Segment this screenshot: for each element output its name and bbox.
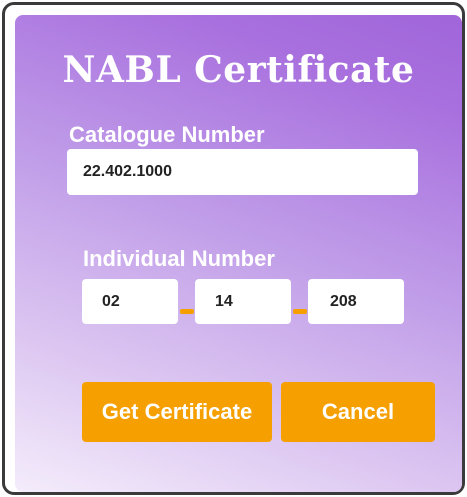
dialog-frame: NABL Certificate Catalogue Number 22.402…	[2, 2, 465, 495]
individual-number-part-3-input[interactable]: 208	[308, 279, 404, 324]
separator-dash	[293, 309, 307, 314]
separator-dash	[180, 309, 194, 314]
dialog-title: NABL Certificate	[62, 49, 415, 91]
get-certificate-button[interactable]: Get Certificate	[82, 382, 272, 442]
catalogue-number-label: Catalogue Number	[69, 122, 265, 147]
certificate-panel: NABL Certificate Catalogue Number 22.402…	[15, 15, 462, 492]
individual-number-part-1-input[interactable]: 02	[82, 279, 178, 324]
individual-number-label: Individual Number	[83, 246, 275, 271]
individual-number-part-2-input[interactable]: 14	[195, 279, 291, 324]
cancel-button[interactable]: Cancel	[281, 382, 435, 442]
catalogue-number-input[interactable]: 22.402.1000	[67, 149, 418, 195]
